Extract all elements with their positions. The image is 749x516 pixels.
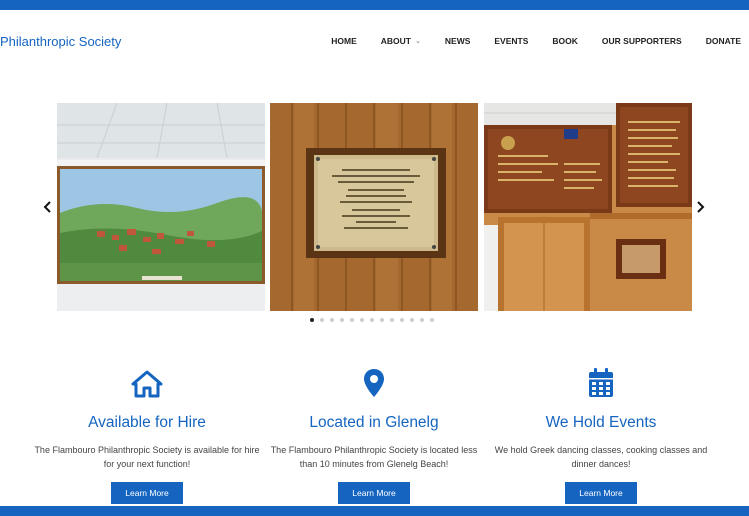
carousel-dot[interactable] [310, 318, 314, 322]
carousel-prev-button[interactable] [40, 199, 56, 215]
carousel-dot[interactable] [410, 318, 414, 322]
map-pin-icon [261, 366, 487, 398]
nav-about-label: ABOUT [380, 36, 412, 46]
carousel-next-button[interactable] [692, 199, 708, 215]
feature-hire-title: Available for Hire [88, 414, 206, 431]
nav-book[interactable]: BOOK [552, 36, 578, 46]
feature-events-title: We Hold Events [545, 414, 657, 431]
top-accent-bar [0, 0, 749, 10]
main-nav: HOME ABOUT ⌄ NEWS EVENTS BOOK OUR SUPPORT… [307, 36, 741, 46]
feature-location: Located in Glenelg The Flambouro Philant… [261, 366, 487, 504]
nav-about[interactable]: ABOUT ⌄ [381, 36, 421, 46]
carousel-dot[interactable] [320, 318, 324, 322]
feature-location-text: The Flambouro Philanthropic Society is l… [270, 445, 478, 469]
feature-location-title: Located in Glenelg [309, 414, 439, 431]
chevron-down-icon: ⌄ [415, 38, 421, 45]
learn-more-hire-button[interactable]: Learn More [111, 482, 183, 504]
chevron-left-icon [43, 201, 51, 213]
feature-hire: Available for Hire The Flambouro Philant… [34, 366, 260, 504]
nav-home-label: HOME [331, 36, 357, 46]
site-title[interactable]: Philanthropic Society [0, 34, 121, 49]
feature-events: We Hold Events We hold Greek dancing cla… [488, 366, 714, 504]
feature-hire-text: The Flambouro Philanthropic Society is a… [34, 445, 260, 469]
calendar-icon [488, 366, 714, 398]
feature-section: Available for Hire The Flambouro Philant… [0, 366, 749, 506]
carousel-slide-honour-boards[interactable] [484, 103, 692, 311]
carousel-dot[interactable] [340, 318, 344, 322]
chevron-right-icon [697, 201, 705, 213]
village-painting-image [57, 103, 265, 311]
carousel-pagination [310, 318, 434, 322]
image-carousel [36, 103, 712, 313]
nav-events-label: EVENTS [494, 36, 529, 46]
nav-news-label: NEWS [444, 36, 471, 46]
nav-home[interactable]: HOME [331, 36, 357, 46]
carousel-dot[interactable] [330, 318, 334, 322]
site-header: Philanthropic Society HOME ABOUT ⌄ NEWS E… [0, 10, 749, 72]
carousel-dot[interactable] [360, 318, 364, 322]
nav-events[interactable]: EVENTS [494, 36, 528, 46]
carousel-dot[interactable] [390, 318, 394, 322]
carousel-dot[interactable] [370, 318, 374, 322]
carousel-slide-painting[interactable] [57, 103, 265, 311]
nav-our-supporters[interactable]: OUR SUPPORTERS [602, 36, 682, 46]
honour-boards-image [484, 103, 692, 311]
home-icon [34, 366, 260, 398]
carousel-dot[interactable] [430, 318, 434, 322]
carousel-dot[interactable] [400, 318, 404, 322]
nav-donate-label: DONATE [705, 36, 741, 46]
carousel-dot[interactable] [350, 318, 354, 322]
nav-donate[interactable]: DONATE [706, 36, 741, 46]
commemorative-plaque-image [270, 103, 478, 311]
nav-our-supporters-label: OUR SUPPORTERS [601, 36, 682, 46]
feature-events-text: We hold Greek dancing classes, cooking c… [494, 445, 708, 469]
carousel-dot[interactable] [420, 318, 424, 322]
learn-more-events-button[interactable]: Learn More [565, 482, 637, 504]
learn-more-location-button[interactable]: Learn More [338, 482, 410, 504]
carousel-slide-plaque[interactable] [270, 103, 478, 311]
nav-book-label: BOOK [552, 36, 578, 46]
carousel-dot[interactable] [380, 318, 384, 322]
bottom-accent-bar [0, 506, 749, 516]
nav-news[interactable]: NEWS [445, 36, 471, 46]
